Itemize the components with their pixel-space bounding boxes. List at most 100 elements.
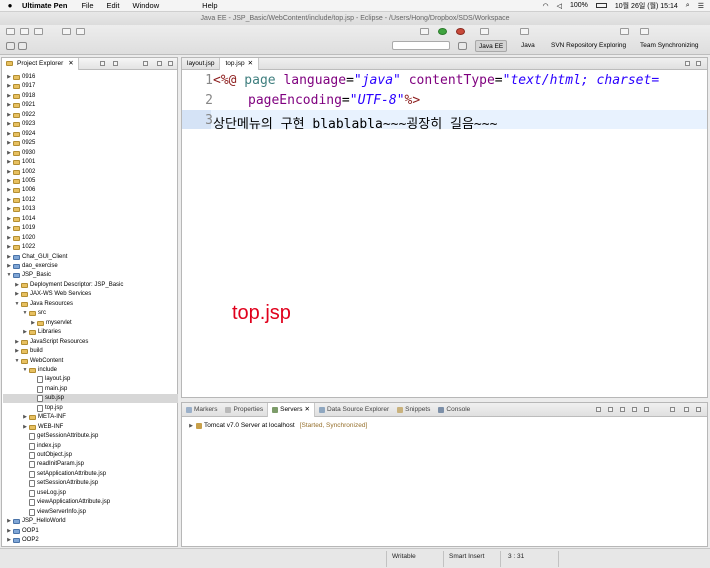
collapsed-triangle-icon[interactable]: ▶	[6, 243, 12, 252]
tree-item[interactable]: ▼ Java Resources	[14, 300, 73, 309]
panel-minimize-icon[interactable]	[684, 407, 689, 412]
tree-item[interactable]: outObject.jsp	[22, 451, 72, 460]
tree-item[interactable]: ▶ 1022	[6, 243, 35, 252]
toolbar-debug-icon[interactable]	[420, 28, 429, 35]
toolbar-small-2-icon[interactable]	[18, 42, 27, 50]
toolbar-nav-back-icon[interactable]	[620, 28, 629, 35]
collapsed-triangle-icon[interactable]: ▶	[6, 234, 12, 243]
toolbar-print-icon[interactable]	[34, 28, 43, 35]
collapsed-triangle-icon[interactable]: ▶	[6, 92, 12, 101]
collapsed-triangle-icon[interactable]: ▶	[14, 338, 20, 347]
battery-icon[interactable]	[595, 3, 607, 8]
tree-item[interactable]: ▼ src	[22, 309, 46, 318]
collapsed-triangle-icon[interactable]: ▶	[6, 73, 12, 82]
toolbar-new-icon[interactable]	[6, 28, 15, 35]
toolbar-small-1-icon[interactable]	[6, 42, 15, 50]
apple-icon[interactable]: ●	[6, 1, 14, 10]
tree-item[interactable]: ▶ 0917	[6, 82, 35, 91]
tab-properties[interactable]: Properties	[221, 403, 267, 417]
minimize-icon[interactable]	[157, 61, 162, 66]
menu-window[interactable]: Window	[132, 1, 159, 10]
wifi-icon[interactable]: ◠	[542, 2, 548, 10]
tree-item[interactable]: ▶ 1020	[6, 234, 35, 243]
open-perspective-icon[interactable]	[458, 42, 467, 50]
toolbar-run-icon[interactable]	[438, 28, 447, 35]
tree-item[interactable]: ▶ 1012	[6, 196, 35, 205]
tree-item[interactable]: ▶ 0923	[6, 120, 35, 129]
tree-item[interactable]: index.jsp	[22, 442, 61, 451]
tree-item[interactable]: ▶ JAX-WS Web Services	[14, 290, 91, 299]
app-name[interactable]: Ultimate Pen	[22, 1, 67, 10]
collapsed-triangle-icon[interactable]: ▶	[6, 536, 12, 545]
toolbar-open-icon[interactable]	[62, 28, 71, 35]
tree-item[interactable]: ▶ Deployment Descriptor: JSP_Basic	[14, 281, 123, 290]
tree-item[interactable]: ▶ 1005	[6, 177, 35, 186]
collapsed-triangle-icon[interactable]: ▶	[6, 262, 12, 271]
toolbar-external-icon[interactable]	[456, 28, 465, 35]
tree-item[interactable]: setSessionAttribute.jsp	[22, 479, 98, 488]
tree-item[interactable]: ▶ 0930	[6, 149, 35, 158]
server-row[interactable]: ▶ Tomcat v7.0 Server at localhost [Start…	[188, 422, 367, 429]
expanded-triangle-icon[interactable]: ▼	[14, 357, 20, 366]
tree-item[interactable]: setApplicationAttribute.jsp	[22, 470, 106, 479]
tree-item[interactable]: ▶ 0921	[6, 101, 35, 110]
collapsed-triangle-icon[interactable]: ▶	[14, 281, 20, 290]
expanded-triangle-icon[interactable]: ▼	[22, 309, 28, 318]
collapsed-triangle-icon[interactable]: ▶	[22, 413, 28, 422]
collapsed-triangle-icon[interactable]: ▶	[6, 158, 12, 167]
tree-item[interactable]: ▶ build	[14, 347, 43, 356]
collapsed-triangle-icon[interactable]: ▶	[22, 423, 28, 432]
server-profile-icon[interactable]	[620, 407, 625, 412]
tab-layout-jsp[interactable]: layout.jsp	[182, 58, 221, 70]
code-line-1[interactable]: <%@ page language="java" contentType="te…	[213, 73, 659, 88]
collapsed-triangle-icon[interactable]: ▶	[14, 290, 20, 299]
tree-item[interactable]: ▶ 0916	[6, 73, 35, 82]
tree-item[interactable]: ▼ WebContent	[14, 357, 63, 366]
collapsed-triangle-icon[interactable]: ▶	[6, 111, 12, 120]
expanded-triangle-icon[interactable]: ▼	[22, 366, 28, 375]
collapsed-triangle-icon[interactable]: ▶	[6, 186, 12, 195]
perspective-team[interactable]: Team Synchronizing	[637, 40, 702, 52]
expanded-triangle-icon[interactable]: ▼	[14, 300, 20, 309]
collapsed-triangle-icon[interactable]: ▶	[6, 205, 12, 214]
server-start-icon[interactable]	[608, 407, 613, 412]
tree-item[interactable]: top.jsp	[30, 404, 63, 413]
collapsed-triangle-icon[interactable]: ▶	[30, 319, 36, 328]
collapsed-triangle-icon[interactable]: ▶	[6, 177, 12, 186]
search-icon[interactable]: ⌕	[686, 2, 690, 10]
tree-item[interactable]: ▶ 1014	[6, 215, 35, 224]
view-menu-icon[interactable]	[143, 61, 148, 66]
toolbar-build-icon[interactable]	[76, 28, 85, 35]
tree-item[interactable]: ▶ META-INF	[22, 413, 66, 422]
close-tab-icon[interactable]: ✕	[248, 58, 253, 70]
tab-markers[interactable]: Markers	[182, 403, 221, 417]
collapsed-triangle-icon[interactable]: ▶	[6, 101, 12, 110]
panel-view-menu-icon[interactable]	[670, 407, 675, 412]
volume-icon[interactable]: ◁	[557, 2, 562, 10]
collapse-all-icon[interactable]	[100, 61, 105, 66]
perspective-svn[interactable]: SVN Repository Exploring	[548, 40, 629, 52]
collapsed-triangle-icon[interactable]: ▶	[6, 130, 12, 139]
collapsed-triangle-icon[interactable]: ▶	[6, 517, 12, 526]
tree-item[interactable]: ▶ Chat_GUI_Client	[6, 253, 67, 262]
expand-triangle-icon[interactable]: ▶	[188, 423, 194, 429]
tree-item[interactable]: ▼ JSP_Basic	[6, 271, 51, 280]
collapsed-triangle-icon[interactable]: ▶	[6, 139, 12, 148]
tree-item[interactable]: ▶ 1019	[6, 224, 35, 233]
tab-data-source[interactable]: Data Source Explorer	[315, 403, 393, 417]
tab-top-jsp[interactable]: top.jsp ✕	[220, 58, 260, 70]
collapsed-triangle-icon[interactable]: ▶	[6, 196, 12, 205]
tab-console[interactable]: Console	[434, 403, 474, 417]
tree-item[interactable]: getSessionAttribute.jsp	[22, 432, 98, 441]
tree-item[interactable]: ▶ WEB-INF	[22, 423, 63, 432]
menu-edit[interactable]: Edit	[107, 1, 120, 10]
collapsed-triangle-icon[interactable]: ▶	[6, 253, 12, 262]
editor-maximize-icon[interactable]	[696, 61, 701, 66]
editor-minimize-icon[interactable]	[685, 61, 690, 66]
tab-snippets[interactable]: Snippets	[393, 403, 434, 417]
collapsed-triangle-icon[interactable]: ▶	[6, 224, 12, 233]
tree-item[interactable]: viewApplicationAttribute.jsp	[22, 498, 110, 507]
datetime[interactable]: 10월 26일 (월) 15:14	[615, 1, 678, 11]
close-icon[interactable]: ✕	[305, 403, 310, 417]
tree-item[interactable]: useLog.jsp	[22, 489, 66, 498]
